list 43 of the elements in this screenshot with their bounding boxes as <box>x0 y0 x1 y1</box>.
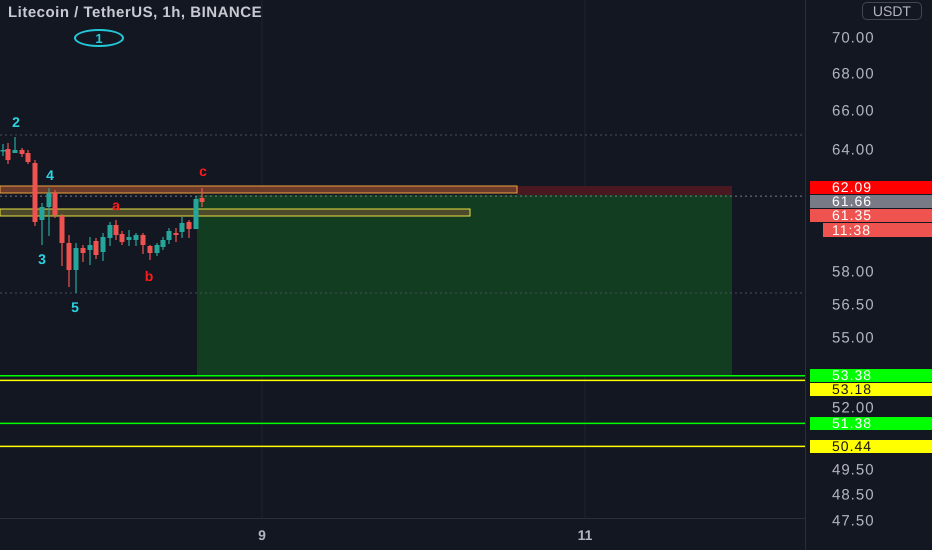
price-tick-label: 52.00 <box>832 400 875 417</box>
wave-degree-badge: 1 <box>74 29 124 47</box>
candlestick <box>66 235 72 287</box>
wave-label: c <box>199 164 207 178</box>
candlestick <box>60 214 64 266</box>
price-tick-label: 56.50 <box>832 296 875 314</box>
candlestick <box>140 233 146 254</box>
price-marker-label: 50.44 <box>810 440 932 453</box>
price-tick-label: 58.00 <box>832 264 875 281</box>
price-tick-label: 64.00 <box>832 141 875 158</box>
price-tick-label: 48.50 <box>832 486 875 504</box>
countdown-label: 11:38 <box>823 222 932 237</box>
candlestick <box>12 137 18 153</box>
wave-label: 4 <box>46 168 54 182</box>
price-marker-label: 53.18 <box>810 383 932 396</box>
candlestick <box>80 245 86 262</box>
chart-title: Litecoin / TetherUS, 1h, BINANCE <box>8 4 262 21</box>
price-tick-label: 49.50 <box>832 461 875 478</box>
price-tick-label: 55.00 <box>832 330 875 347</box>
time-tick-label: 9 <box>258 527 266 543</box>
wave-label: 5 <box>71 300 79 314</box>
price-marker-label: 61.35 <box>810 208 932 222</box>
price-marker-label: 53.38 <box>810 369 932 382</box>
price-tick-label: 68.00 <box>832 66 875 83</box>
candlestick <box>74 243 78 293</box>
price-marker-label: 51.38 <box>810 416 932 430</box>
candlestick <box>100 233 106 261</box>
price-marker-label: 61.66 <box>810 194 932 208</box>
candlestick <box>40 203 44 245</box>
candlestick <box>148 245 152 260</box>
candlestick <box>134 233 138 246</box>
price-tick-label: 66.00 <box>832 102 875 120</box>
wave-label: b <box>144 269 154 283</box>
price-tick-label: 70.00 <box>832 30 875 46</box>
candlestick <box>32 160 38 226</box>
candlestick <box>186 220 192 238</box>
wave-label: 3 <box>38 252 46 266</box>
candlestick <box>126 230 132 246</box>
time-tick-label: 11 <box>578 527 592 543</box>
currency-label[interactable]: USDT <box>862 2 922 20</box>
price-tick-label: 47.50 <box>832 512 875 530</box>
wave-label: 2 <box>12 115 20 129</box>
price-marker-label: 62.09 <box>810 180 932 194</box>
